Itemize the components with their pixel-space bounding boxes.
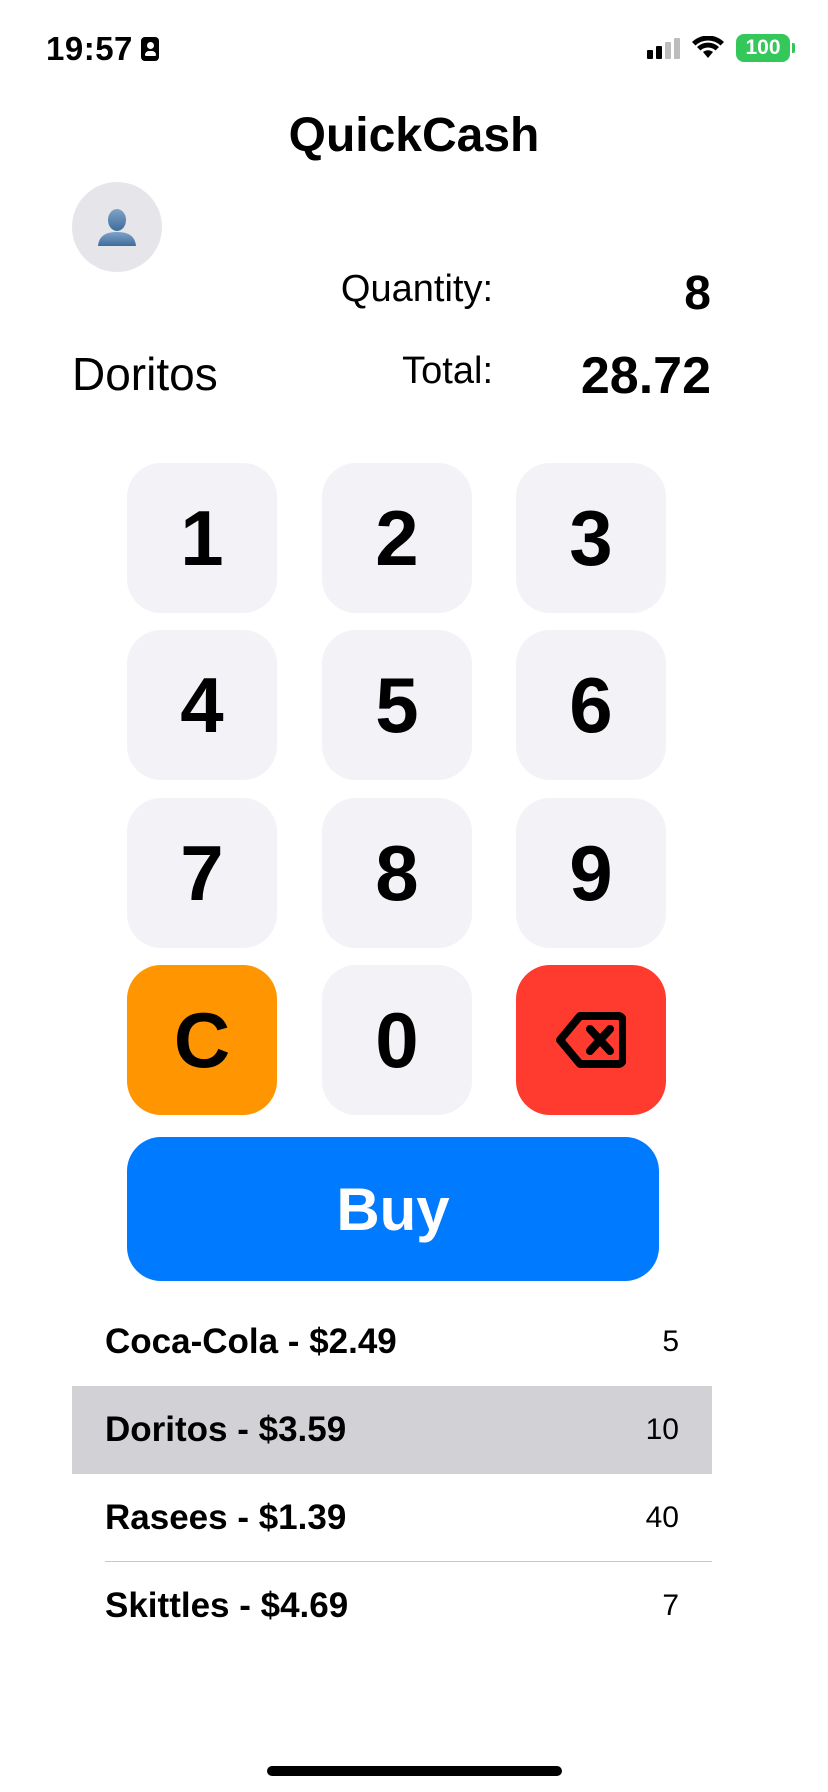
key-3[interactable]: 3 [516,463,666,613]
product-item-name: Doritos - $3.59 [105,1410,347,1449]
key-8[interactable]: 8 [322,798,472,948]
key-2[interactable]: 2 [322,463,472,613]
key-0[interactable]: 0 [322,965,472,1115]
status-bar-right: 100 [647,34,795,62]
product-item-stock: 7 [662,1589,679,1622]
list-item[interactable]: Skittles - $4.69 7 [72,1562,712,1650]
avatar-button[interactable] [72,182,162,272]
product-list: Coca-Cola - $2.49 5 Doritos - $3.59 10 R… [72,1298,712,1650]
person-icon [98,209,136,246]
home-indicator[interactable] [267,1766,562,1776]
quantity-value: 8 [684,267,711,320]
battery-icon: 100 [736,34,795,62]
product-item-stock: 10 [645,1413,679,1446]
key-1[interactable]: 1 [127,463,277,613]
product-item-stock: 40 [645,1501,679,1534]
selected-product-name: Doritos [72,348,218,400]
buy-button[interactable]: Buy [127,1137,659,1281]
status-bar-time: 19:57 [46,30,159,68]
clear-button[interactable]: C [127,965,277,1115]
key-7[interactable]: 7 [127,798,277,948]
product-item-name: Coca-Cola - $2.49 [105,1322,397,1361]
battery-level: 100 [736,34,790,62]
total-label: Total: [402,350,493,392]
list-item-selected[interactable]: Doritos - $3.59 10 [72,1386,712,1474]
delete-left-icon [556,1012,626,1068]
key-5[interactable]: 5 [322,630,472,780]
signal-icon [647,37,680,59]
list-item[interactable]: Coca-Cola - $2.49 5 [72,1298,712,1386]
product-item-name: Rasees - $1.39 [105,1498,347,1537]
id-card-icon [140,37,159,61]
key-4[interactable]: 4 [127,630,277,780]
time-label: 19:57 [46,30,133,67]
total-value: 28.72 [580,347,711,405]
backspace-button[interactable] [516,965,666,1115]
product-item-name: Skittles - $4.69 [105,1586,349,1625]
wifi-icon [692,36,724,58]
app-title: QuickCash [288,109,540,162]
quantity-label: Quantity: [340,268,493,310]
list-item[interactable]: Rasees - $1.39 40 [72,1474,712,1562]
key-9[interactable]: 9 [516,798,666,948]
key-6[interactable]: 6 [516,630,666,780]
product-item-stock: 5 [662,1325,679,1358]
